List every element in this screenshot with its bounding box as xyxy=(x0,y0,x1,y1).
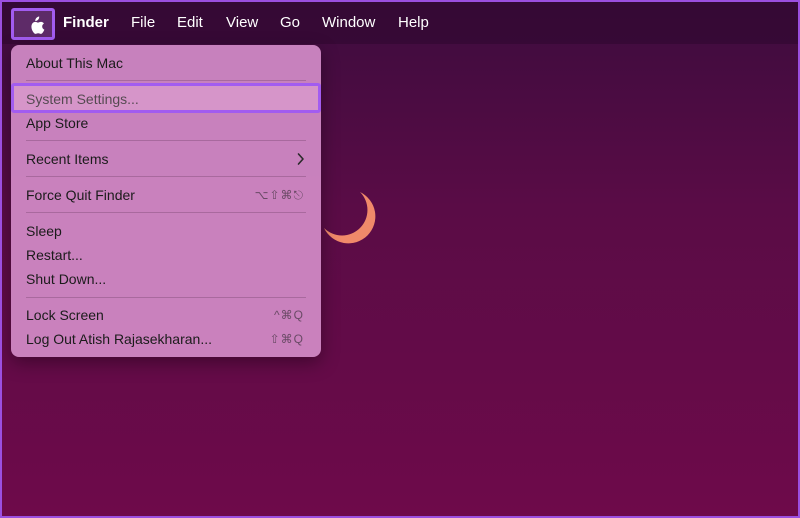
menu-item-recent-items[interactable]: Recent Items xyxy=(11,147,321,171)
menu-separator xyxy=(26,176,306,177)
menu-item-label: Recent Items xyxy=(26,151,109,167)
menu-item-label: Force Quit Finder xyxy=(26,187,135,203)
keyboard-shortcut: ⌥⇧⌘⎋ xyxy=(254,188,304,202)
keyboard-shortcut: ^⌘Q xyxy=(274,308,304,322)
menu-view[interactable]: View xyxy=(226,2,258,44)
menu-window[interactable]: Window xyxy=(322,2,375,44)
menu-item-force-quit[interactable]: Force Quit Finder ⌥⇧⌘⎋ xyxy=(11,183,321,207)
menu-item-label: Restart... xyxy=(26,247,83,263)
apple-menu-button[interactable] xyxy=(11,8,55,40)
menu-separator xyxy=(26,140,306,141)
menu-bar: Finder File Edit View Go Window Help xyxy=(2,2,798,44)
menu-item-lock-screen[interactable]: Lock Screen ^⌘Q xyxy=(11,303,321,327)
menu-item-label: Shut Down... xyxy=(26,271,107,287)
keyboard-shortcut: ⇧⌘Q xyxy=(269,332,304,346)
menu-item-app-store[interactable]: App Store xyxy=(11,111,321,135)
menu-file[interactable]: File xyxy=(131,2,155,44)
menu-item-label: Lock Screen xyxy=(26,307,104,323)
menu-separator xyxy=(26,212,306,213)
crescent-moon-icon xyxy=(320,188,382,251)
menu-separator xyxy=(26,80,306,81)
menu-item-sleep[interactable]: Sleep xyxy=(11,219,321,243)
menu-item-label: Sleep xyxy=(26,223,62,239)
menu-go[interactable]: Go xyxy=(280,2,300,44)
menu-item-shut-down[interactable]: Shut Down... xyxy=(11,267,321,291)
desktop: Finder File Edit View Go Window Help Abo… xyxy=(0,0,800,518)
menu-item-about-this-mac[interactable]: About This Mac xyxy=(11,51,321,75)
menu-separator xyxy=(26,297,306,298)
menu-item-restart[interactable]: Restart... xyxy=(11,243,321,267)
menu-item-label: App Store xyxy=(26,115,89,131)
menu-item-label: About This Mac xyxy=(26,55,124,71)
menu-edit[interactable]: Edit xyxy=(177,2,203,44)
system-settings-highlight xyxy=(11,83,321,113)
menu-item-log-out[interactable]: Log Out Atish Rajasekharan... ⇧⌘Q xyxy=(11,327,321,351)
apple-logo-icon xyxy=(31,16,45,34)
chevron-right-icon xyxy=(297,147,305,171)
menu-help[interactable]: Help xyxy=(398,2,429,44)
menu-item-label: Log Out Atish Rajasekharan... xyxy=(26,331,212,347)
menu-finder[interactable]: Finder xyxy=(63,2,109,44)
